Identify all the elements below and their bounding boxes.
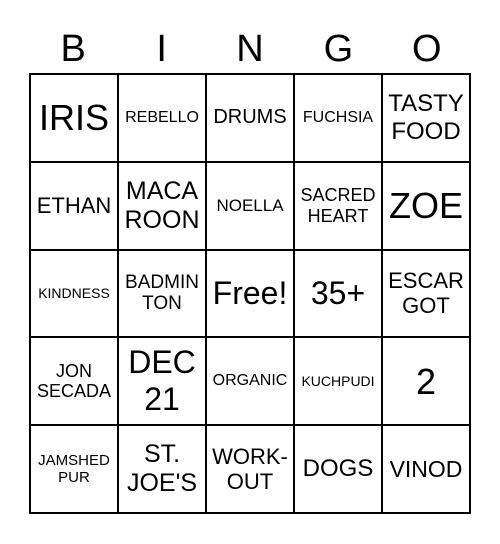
bingo-cell[interactable]: WORK-OUT bbox=[206, 425, 294, 513]
bingo-cell[interactable]: DEC 21 bbox=[118, 337, 206, 426]
bingo-cell[interactable]: Free! bbox=[206, 249, 294, 338]
bingo-cell[interactable]: ST. JOE'S bbox=[118, 425, 206, 513]
bingo-cell[interactable]: DOGS bbox=[294, 425, 382, 513]
header-letter-g: G bbox=[323, 28, 354, 70]
bingo-cell[interactable]: DRUMS bbox=[206, 74, 294, 162]
bingo-cell[interactable]: ORGANIC bbox=[206, 337, 294, 426]
header-letter-n: N bbox=[236, 28, 264, 70]
bingo-cell[interactable]: MACA ROON bbox=[118, 161, 206, 250]
header-letter-b: B bbox=[60, 28, 86, 70]
bingo-cell[interactable]: FUCHSIA bbox=[294, 74, 382, 162]
bingo-cell[interactable]: KUCHPUDI bbox=[294, 337, 382, 426]
bingo-cell[interactable]: KINDNESS bbox=[30, 249, 118, 338]
bingo-cell[interactable]: VINOD bbox=[382, 425, 470, 513]
bingo-cell[interactable]: ESCAR GOT bbox=[382, 249, 470, 338]
bingo-cell[interactable]: SACRED HEART bbox=[294, 161, 382, 250]
bingo-cell[interactable]: REBELLO bbox=[118, 74, 206, 162]
bingo-cell[interactable]: JAMSHED PUR bbox=[30, 425, 118, 513]
bingo-cell[interactable]: NOELLA bbox=[206, 161, 294, 250]
bingo-cell[interactable]: TASTY FOOD bbox=[382, 74, 470, 162]
header-letter-o: O bbox=[412, 28, 442, 70]
bingo-cell[interactable]: ZOE bbox=[382, 161, 470, 250]
bingo-header: B I N G O bbox=[29, 24, 471, 74]
bingo-cell[interactable]: IRIS bbox=[30, 74, 118, 162]
header-letter-i: I bbox=[156, 28, 167, 70]
bingo-cell[interactable]: ETHAN bbox=[30, 161, 118, 250]
bingo-cell[interactable]: JON SECADA bbox=[30, 337, 118, 426]
bingo-cell[interactable]: 35+ bbox=[294, 249, 382, 338]
bingo-grid: IRIS REBELLO DRUMS FUCHSIA TASTY FOOD ETHAN MA… bbox=[29, 73, 471, 514]
bingo-cell[interactable]: BADMIN TON bbox=[118, 249, 206, 338]
bingo-cell[interactable]: 2 bbox=[382, 337, 470, 426]
